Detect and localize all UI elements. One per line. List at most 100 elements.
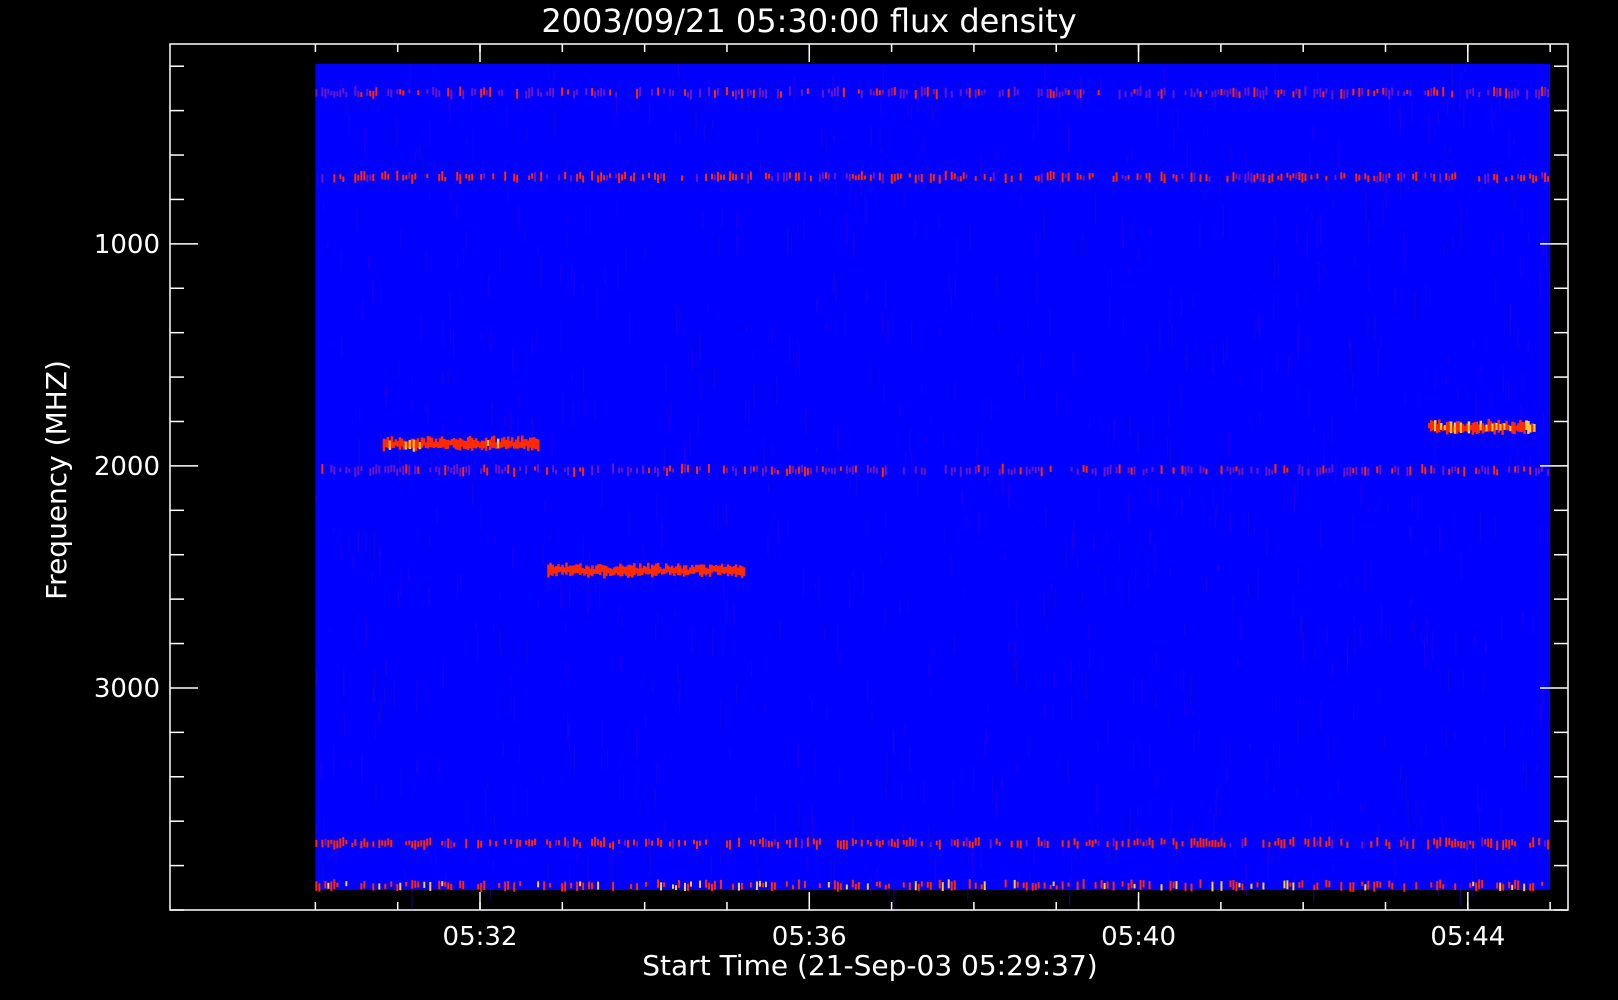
feature-cell <box>1508 91 1511 99</box>
feature-cell <box>1361 87 1364 96</box>
feature-cell <box>1523 466 1526 472</box>
feature-cell <box>944 87 947 98</box>
feature-cell <box>1211 840 1214 847</box>
noise-speck <box>604 268 606 285</box>
feature-cell <box>1010 840 1013 848</box>
noise-speck <box>1460 550 1462 580</box>
feature-cell <box>908 173 911 178</box>
feature-cell <box>1160 838 1163 845</box>
feature-cell <box>1256 467 1259 474</box>
noise-speck <box>1212 344 1214 374</box>
noise-speck <box>1541 233 1544 257</box>
feature-cell <box>920 467 923 475</box>
feature-cell <box>998 90 1001 98</box>
noise-speck <box>930 686 932 696</box>
feature-cell <box>1313 837 1316 847</box>
feature-cell <box>1148 837 1151 846</box>
feature-cell <box>525 90 528 99</box>
feature-cell <box>1013 879 1016 889</box>
noise-speck <box>576 854 578 863</box>
noise-speck <box>1254 317 1256 340</box>
feature-cell <box>1076 881 1079 891</box>
feature-cell <box>737 89 740 95</box>
noise-speck <box>329 626 331 634</box>
noise-speck <box>1364 836 1366 853</box>
noise-speck <box>1199 220 1201 248</box>
noise-speck <box>1100 77 1102 99</box>
noise-speck <box>599 590 601 611</box>
noise-speck <box>1536 765 1538 772</box>
feature-cell <box>1433 173 1436 182</box>
noise-speck <box>1521 459 1523 472</box>
noise-speck <box>1451 64 1454 90</box>
noise-speck <box>990 397 992 420</box>
feature-cell <box>336 840 339 849</box>
feature-cell <box>956 176 959 182</box>
feature-cell <box>513 173 516 182</box>
feature-cell <box>1487 173 1490 183</box>
noise-speck <box>1169 437 1172 469</box>
noise-speck <box>375 781 377 806</box>
feature-cell <box>710 173 713 180</box>
noise-speck <box>1293 483 1296 514</box>
noise-speck <box>549 534 551 541</box>
feature-cell <box>1262 882 1265 890</box>
feature-cell <box>1349 882 1352 892</box>
feature-cell <box>372 466 375 475</box>
noise-speck <box>1095 193 1097 224</box>
feature-cell <box>1247 87 1250 96</box>
feature-cell <box>803 171 806 181</box>
noise-speck <box>655 622 657 641</box>
noise-speck <box>1443 244 1446 256</box>
feature-cell <box>905 839 908 847</box>
feature-cell <box>1091 173 1094 178</box>
noise-speck <box>315 495 317 503</box>
feature-cell <box>1436 89 1439 96</box>
noise-speck <box>480 502 482 533</box>
feature-cell <box>1040 841 1043 847</box>
noise-speck <box>499 628 502 654</box>
feature-cell <box>815 840 818 850</box>
feature-cell <box>842 840 845 850</box>
feature-cell <box>1175 881 1178 890</box>
noise-speck <box>1425 743 1427 758</box>
noise-speck <box>1110 266 1113 290</box>
feature-cell <box>746 174 749 184</box>
noise-speck <box>472 821 474 846</box>
noise-speck <box>398 360 400 379</box>
noise-speck <box>1168 399 1170 427</box>
noise-speck <box>1259 410 1262 424</box>
noise-speck <box>1327 735 1329 762</box>
feature-cell <box>531 173 534 179</box>
noise-speck <box>518 742 521 765</box>
feature-cell <box>483 173 486 179</box>
feature-cell <box>866 464 869 474</box>
noise-speck <box>429 534 431 549</box>
feature-cell <box>989 176 992 182</box>
noise-speck <box>1331 414 1333 444</box>
feature-cell <box>1313 884 1316 890</box>
noise-speck <box>725 601 727 623</box>
noise-speck <box>691 627 693 654</box>
noise-speck <box>1032 123 1035 141</box>
feature-cell <box>1151 466 1154 473</box>
feature-cell <box>1034 175 1037 181</box>
feature-cell <box>324 88 327 99</box>
noise-speck <box>1368 220 1370 246</box>
noise-speck <box>971 312 973 327</box>
feature-cell <box>875 839 878 846</box>
feature-cell <box>974 466 977 475</box>
feature-cell <box>576 839 579 845</box>
feature-cell <box>1235 173 1238 179</box>
feature-cell <box>1523 883 1526 892</box>
feature-cell <box>1109 464 1112 475</box>
feature-cell <box>633 172 636 182</box>
feature-cell <box>390 881 393 887</box>
noise-speck <box>1277 262 1280 278</box>
feature-cell <box>785 881 788 887</box>
noise-speck <box>372 687 374 702</box>
feature-cell <box>1118 89 1121 100</box>
feature-cell <box>893 87 896 96</box>
feature-cell <box>663 88 666 94</box>
noise-speck <box>438 758 440 772</box>
